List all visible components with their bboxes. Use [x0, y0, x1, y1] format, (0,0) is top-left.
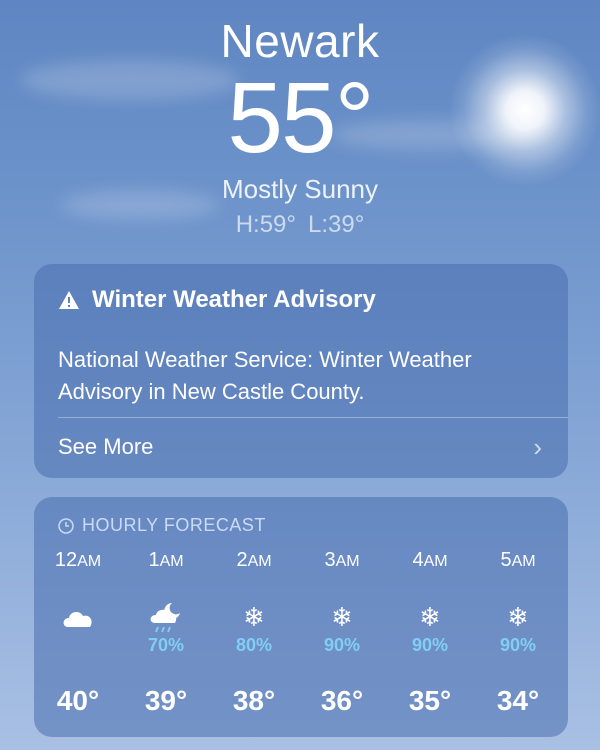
- warning-triangle-icon: [59, 291, 79, 309]
- low-temp: L:39°: [307, 211, 365, 238]
- snowflake-icon: ❄: [243, 602, 265, 632]
- hour-label: 12AM: [54, 549, 102, 571]
- hour-label: 2AM: [236, 549, 272, 571]
- precip-chance: 90%: [411, 635, 449, 655]
- hour-label: 4AM: [412, 549, 448, 571]
- snowflake-icon: ❄: [507, 602, 529, 632]
- hour-label: 1AM: [148, 549, 184, 571]
- hour-temp: 34°: [496, 685, 540, 716]
- see-more-link[interactable]: See More: [58, 434, 153, 460]
- precip-chance: 70%: [147, 635, 185, 655]
- hour-temp: 39°: [144, 685, 188, 716]
- hour-temp: 36°: [320, 685, 364, 716]
- city-name: Newark: [220, 15, 380, 67]
- advisory-header: Winter Weather Advisory: [58, 286, 376, 314]
- precip-chance: 90%: [499, 635, 537, 655]
- advisory-card[interactable]: Winter Weather Advisory National Weather…: [34, 264, 568, 478]
- hour-temp: 35°: [408, 685, 452, 716]
- cloud-moon-rain-icon: [122, 597, 210, 637]
- condition-text: Mostly Sunny: [221, 174, 379, 204]
- chevron-right-icon[interactable]: ›: [533, 432, 542, 463]
- precip-chance: 80%: [235, 635, 273, 655]
- high-temp: H:59°: [235, 211, 296, 238]
- hour-temp: 40°: [56, 685, 100, 716]
- hour-label: 3AM: [324, 549, 360, 571]
- cloud-icon: [34, 597, 122, 637]
- snowflake-icon: ❄: [419, 602, 441, 632]
- hour-label: 5AM: [500, 549, 536, 571]
- hour-temp: 38°: [232, 685, 276, 716]
- hourly-forecast-card[interactable]: HOURLY FORECAST 12AM 40° 1AM 70% 39° 2AM…: [34, 497, 568, 737]
- hourly-forecast-header: HOURLY FORECAST: [58, 515, 266, 536]
- advisory-body: National Weather Service: Winter Weather…: [58, 347, 472, 404]
- advisory-title: Winter Weather Advisory: [92, 286, 376, 313]
- snowflake-icon: ❄: [331, 602, 353, 632]
- precip-chance: 90%: [323, 635, 361, 655]
- clock-icon: [58, 517, 74, 534]
- current-temperature: 55°: [227, 62, 374, 174]
- hourly-forecast-title: HOURLY FORECAST: [82, 515, 266, 535]
- divider: [58, 417, 568, 418]
- high-low: H:59° L:39°: [0, 211, 600, 239]
